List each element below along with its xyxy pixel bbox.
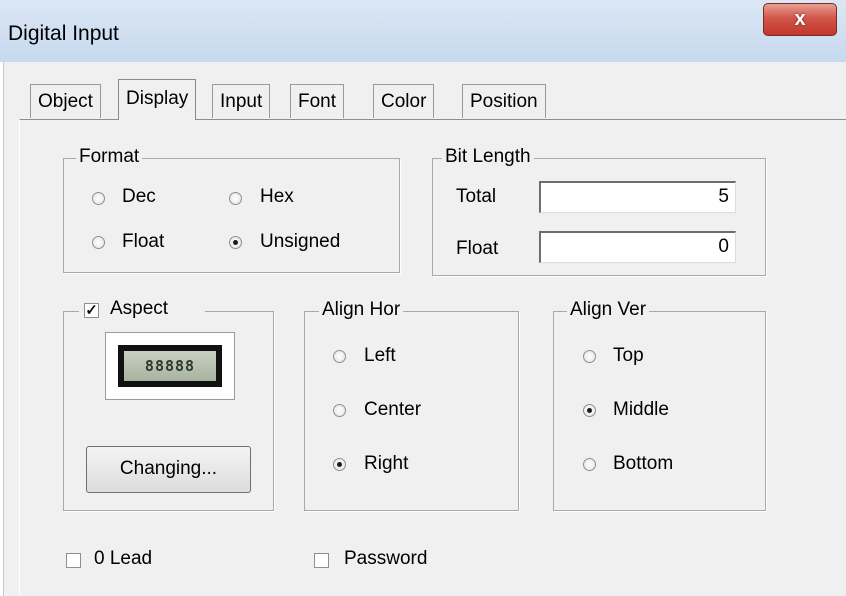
format-hex-radio[interactable] bbox=[229, 192, 242, 205]
aspect-label[interactable]: Aspect bbox=[110, 298, 168, 320]
align-hor-group-label: Align Hor bbox=[319, 299, 404, 321]
float-length-input[interactable]: 0 bbox=[539, 231, 736, 263]
total-input[interactable]: 5 bbox=[539, 181, 736, 213]
window-title: Digital Input bbox=[8, 22, 119, 45]
bit-length-group-label: Bit Length bbox=[442, 146, 534, 168]
format-group-label: Format bbox=[76, 146, 143, 168]
close-button[interactable]: x bbox=[763, 3, 837, 36]
title-bar[interactable] bbox=[0, 0, 846, 62]
float-length-label: Float bbox=[456, 238, 499, 259]
format-dec-label[interactable]: Dec bbox=[122, 186, 156, 208]
tab-input[interactable]: Input bbox=[212, 84, 271, 118]
format-unsigned-radio[interactable] bbox=[229, 236, 242, 249]
align-left-label[interactable]: Left bbox=[364, 345, 396, 367]
align-bottom-radio[interactable] bbox=[583, 458, 596, 471]
align-bottom-label[interactable]: Bottom bbox=[613, 453, 673, 475]
align-ver-group-label: Align Ver bbox=[567, 299, 650, 321]
zero-lead-label[interactable]: 0 Lead bbox=[94, 548, 152, 570]
aspect-preview: 88888 bbox=[105, 332, 235, 400]
format-group bbox=[63, 158, 400, 273]
aspect-checkbox[interactable]: ✓ bbox=[84, 303, 99, 318]
align-right-label[interactable]: Right bbox=[364, 453, 408, 475]
tab-color[interactable]: Color bbox=[373, 84, 435, 118]
align-center-label[interactable]: Center bbox=[364, 399, 421, 421]
zero-lead-checkbox[interactable] bbox=[66, 553, 81, 568]
lcd-frame: 88888 bbox=[118, 345, 222, 387]
align-center-radio[interactable] bbox=[333, 404, 346, 417]
changing-button[interactable]: Changing... bbox=[86, 446, 251, 493]
align-left-radio[interactable] bbox=[333, 350, 346, 363]
align-middle-label[interactable]: Middle bbox=[613, 399, 669, 421]
tab-object[interactable]: Object bbox=[30, 84, 101, 118]
password-label[interactable]: Password bbox=[344, 548, 427, 570]
total-label: Total bbox=[456, 186, 497, 207]
format-float-radio[interactable] bbox=[92, 236, 105, 249]
tab-font[interactable]: Font bbox=[290, 84, 345, 118]
align-top-label[interactable]: Top bbox=[613, 345, 644, 367]
format-dec-radio[interactable] bbox=[92, 192, 105, 205]
format-float-label[interactable]: Float bbox=[122, 231, 164, 253]
align-right-radio[interactable] bbox=[333, 458, 346, 471]
format-hex-label[interactable]: Hex bbox=[260, 186, 294, 208]
align-middle-radio[interactable] bbox=[583, 404, 596, 417]
format-unsigned-label[interactable]: Unsigned bbox=[260, 231, 340, 253]
password-checkbox[interactable] bbox=[314, 553, 329, 568]
lcd-preview-digits: 88888 bbox=[124, 351, 216, 381]
align-top-radio[interactable] bbox=[583, 350, 596, 363]
tab-position[interactable]: Position bbox=[462, 84, 546, 118]
tab-display[interactable]: Display bbox=[118, 79, 197, 120]
